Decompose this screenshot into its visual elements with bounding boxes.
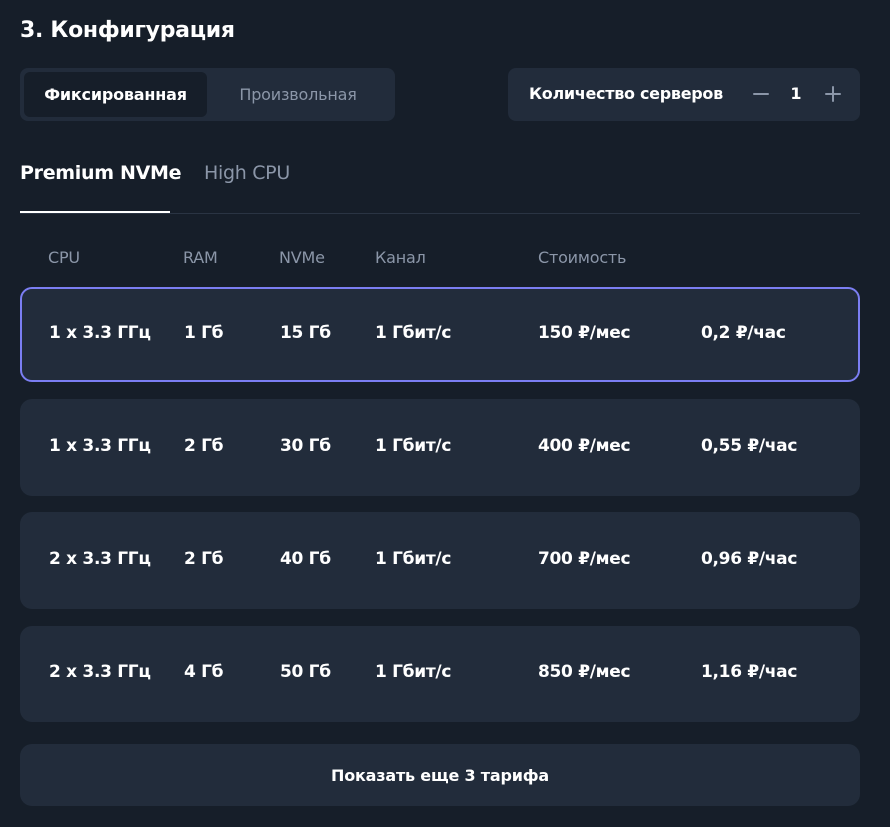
cell-price-month: 850 ₽/мес bbox=[538, 662, 631, 682]
mode-custom-button[interactable]: Произвольная bbox=[207, 72, 389, 117]
cell-nvme: 30 Гб bbox=[280, 436, 331, 456]
tariff-row[interactable]: 1 x 3.3 ГГц 1 Гб 15 Гб 1 Гбит/с 150 ₽/ме… bbox=[20, 287, 860, 382]
column-header-nvme: NVMe bbox=[279, 248, 325, 267]
column-header-price: Стоимость bbox=[538, 248, 627, 267]
cell-channel: 1 Гбит/с bbox=[375, 549, 452, 569]
cell-cpu: 2 x 3.3 ГГц bbox=[49, 662, 151, 682]
section-title: 3. Конфигурация bbox=[20, 18, 235, 43]
plan-tabs: Premium NVMe High CPU bbox=[20, 152, 860, 214]
active-tab-indicator bbox=[20, 211, 170, 213]
cell-price-hour: 0,55 ₽/час bbox=[701, 436, 798, 456]
minus-icon[interactable] bbox=[747, 80, 775, 108]
server-count-label: Количество серверов bbox=[529, 84, 723, 103]
table-header: CPU RAM NVMe Канал Стоимость bbox=[20, 248, 860, 268]
cell-ram: 1 Гб bbox=[184, 323, 224, 343]
tab-premium-nvme[interactable]: Premium NVMe bbox=[20, 162, 182, 184]
cell-nvme: 40 Гб bbox=[280, 549, 331, 569]
config-mode-toggle: Фиксированная Произвольная bbox=[20, 68, 395, 121]
cell-ram: 2 Гб bbox=[184, 436, 224, 456]
mode-fixed-button[interactable]: Фиксированная bbox=[24, 72, 207, 117]
server-count-control: Количество серверов 1 bbox=[508, 68, 860, 121]
tariff-row[interactable]: 1 x 3.3 ГГц 2 Гб 30 Гб 1 Гбит/с 400 ₽/ме… bbox=[20, 399, 860, 496]
cell-price-hour: 1,16 ₽/час bbox=[701, 662, 798, 682]
cell-price-month: 150 ₽/мес bbox=[538, 323, 631, 343]
cell-channel: 1 Гбит/с bbox=[375, 323, 452, 343]
column-header-cpu: CPU bbox=[48, 248, 80, 267]
column-header-ram: RAM bbox=[183, 248, 218, 267]
column-header-channel: Канал bbox=[375, 248, 426, 267]
cell-cpu: 2 x 3.3 ГГц bbox=[49, 549, 151, 569]
cell-price-hour: 0,2 ₽/час bbox=[701, 323, 786, 343]
cell-price-month: 400 ₽/мес bbox=[538, 436, 631, 456]
cell-price-month: 700 ₽/мес bbox=[538, 549, 631, 569]
cell-cpu: 1 x 3.3 ГГц bbox=[49, 323, 151, 343]
plus-icon[interactable] bbox=[819, 80, 847, 108]
cell-channel: 1 Гбит/с bbox=[375, 436, 452, 456]
cell-price-hour: 0,96 ₽/час bbox=[701, 549, 798, 569]
server-count-value: 1 bbox=[790, 84, 802, 103]
cell-ram: 2 Гб bbox=[184, 549, 224, 569]
tab-high-cpu[interactable]: High CPU bbox=[204, 162, 290, 184]
cell-nvme: 15 Гб bbox=[280, 323, 331, 343]
cell-nvme: 50 Гб bbox=[280, 662, 331, 682]
plus-icon-glyph bbox=[825, 86, 841, 102]
show-more-tariffs-button[interactable]: Показать еще 3 тарифа bbox=[20, 744, 860, 806]
minus-icon-glyph bbox=[753, 93, 769, 95]
tariff-row[interactable]: 2 x 3.3 ГГц 2 Гб 40 Гб 1 Гбит/с 700 ₽/ме… bbox=[20, 512, 860, 609]
tariff-row[interactable]: 2 x 3.3 ГГц 4 Гб 50 Гб 1 Гбит/с 850 ₽/ме… bbox=[20, 626, 860, 722]
cell-ram: 4 Гб bbox=[184, 662, 224, 682]
cell-cpu: 1 x 3.3 ГГц bbox=[49, 436, 151, 456]
cell-channel: 1 Гбит/с bbox=[375, 662, 452, 682]
